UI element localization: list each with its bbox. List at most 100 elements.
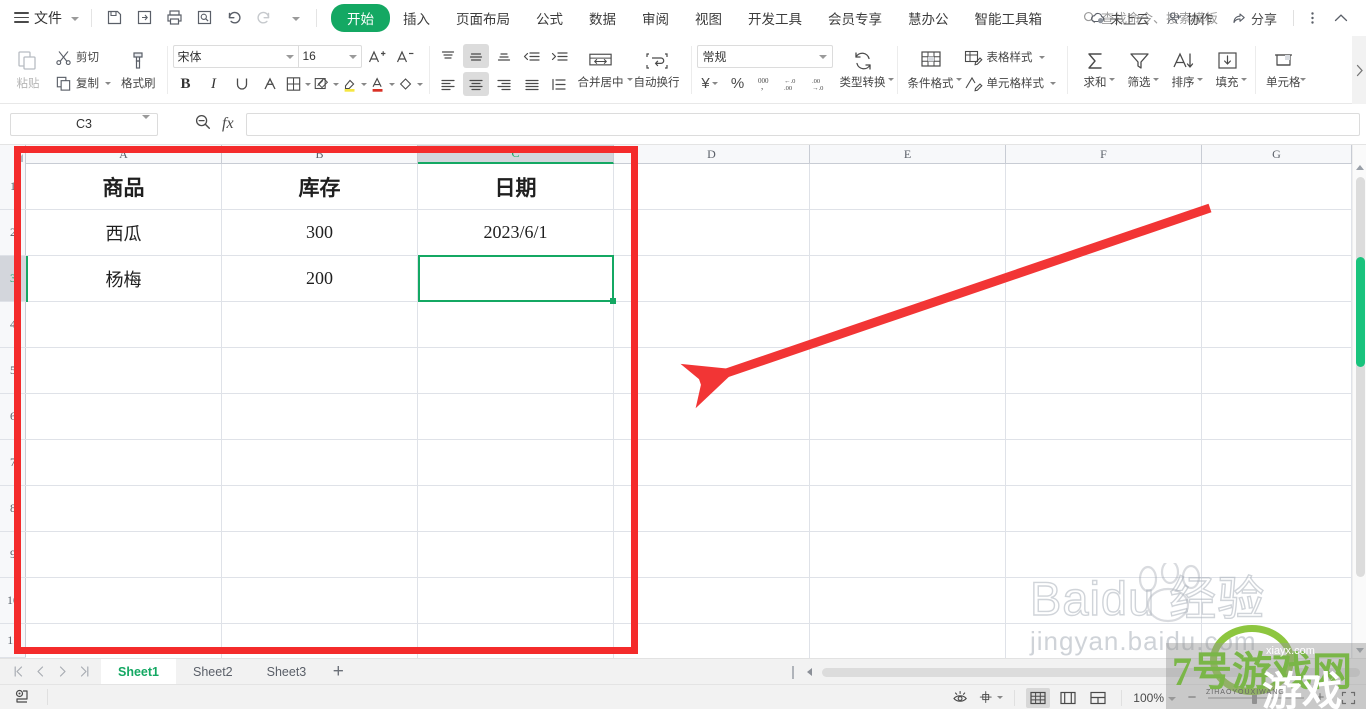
eye-protection-button[interactable] <box>949 688 973 708</box>
ribbon-scroll-right-button[interactable] <box>1352 36 1366 104</box>
cell-a2[interactable]: 西瓜 <box>26 210 221 255</box>
highlight-color-button[interactable] <box>341 72 367 96</box>
currency-format-button[interactable]: ¥ <box>697 72 723 96</box>
sheet-tab-sheet1[interactable]: Sheet1 <box>101 658 176 685</box>
scroll-down-button[interactable] <box>1353 642 1366 658</box>
sheet-last-button[interactable] <box>74 662 95 682</box>
increase-font-size-button[interactable] <box>364 44 390 68</box>
tab-formula[interactable]: 公式 <box>523 5 576 31</box>
save-icon[interactable] <box>100 5 128 31</box>
page-layout-view-button[interactable] <box>1056 688 1080 708</box>
increase-indent-button[interactable] <box>547 44 573 68</box>
sheet-tab-sheet2[interactable]: Sheet2 <box>176 659 250 685</box>
scroll-left-button[interactable] <box>802 665 816 679</box>
cell-c3[interactable] <box>418 256 613 301</box>
save-as-icon[interactable] <box>130 5 158 31</box>
add-sheet-button[interactable]: + <box>323 661 353 683</box>
fullscreen-button[interactable] <box>1336 688 1360 708</box>
tab-smart-office[interactable]: 慧办公 <box>895 5 962 31</box>
zoom-slider[interactable] <box>1208 688 1304 708</box>
column-header-a[interactable]: A <box>26 145 222 164</box>
scroll-up-button[interactable] <box>1353 159 1366 175</box>
share-button[interactable]: 分享 <box>1224 6 1284 31</box>
zoom-formula-button[interactable] <box>194 113 212 136</box>
font-color-button[interactable] <box>369 72 395 96</box>
table-style-button[interactable]: 表格样式 <box>959 45 1062 69</box>
focus-mode-button[interactable] <box>979 688 1004 708</box>
row-header-11[interactable]: 11 <box>0 624 26 658</box>
fill-button[interactable]: 填充 <box>1205 41 1249 99</box>
page-break-view-button[interactable] <box>1086 688 1110 708</box>
paste-button[interactable]: 粘贴 <box>6 41 50 99</box>
print-icon[interactable] <box>160 5 188 31</box>
vertical-scrollbar[interactable] <box>1352 145 1366 658</box>
tab-page-layout[interactable]: 页面布局 <box>443 5 523 31</box>
wrap-text-button[interactable]: 自动换行 <box>629 41 685 99</box>
redo-icon[interactable] <box>250 5 278 31</box>
cells-button[interactable]: 单元格 <box>1261 41 1307 99</box>
align-left-button[interactable] <box>435 72 461 96</box>
number-format-select[interactable]: 常规 <box>696 44 833 68</box>
column-header-d[interactable]: D <box>614 145 810 164</box>
strikethrough-button[interactable] <box>257 72 283 96</box>
tab-developer-tools[interactable]: 开发工具 <box>735 5 815 31</box>
decrease-decimal-button[interactable]: .00 →.0 <box>809 72 835 96</box>
sheet-tab-sheet3[interactable]: Sheet3 <box>250 659 324 685</box>
font-name-select[interactable]: 宋体 <box>174 48 298 65</box>
merge-center-button[interactable]: 合并居中 <box>573 41 633 99</box>
row-header-10[interactable]: 10 <box>0 578 26 624</box>
zoom-level-button[interactable]: 100% <box>1133 691 1176 705</box>
collaborate-button[interactable]: 协作 <box>1160 6 1220 31</box>
file-menu-button[interactable]: 文件 <box>0 8 83 28</box>
borders-button[interactable] <box>285 72 311 96</box>
row-header-6[interactable]: 6 <box>0 394 26 440</box>
row-header-5[interactable]: 5 <box>0 348 26 394</box>
column-header-e[interactable]: E <box>810 145 1006 164</box>
qat-more-icon[interactable] <box>280 5 308 31</box>
cell-a3[interactable]: 杨梅 <box>26 256 221 301</box>
tab-smart-toolbox[interactable]: 智能工具箱 <box>962 5 1056 31</box>
sheet-first-button[interactable] <box>8 662 29 682</box>
sheet-next-button[interactable] <box>52 662 73 682</box>
conditional-format-button[interactable]: 条件格式 <box>903 41 962 99</box>
cut-button[interactable]: 剪切 <box>50 45 116 69</box>
column-header-c[interactable]: C <box>418 145 614 164</box>
align-bottom-button[interactable] <box>491 44 517 68</box>
text-effects-button[interactable] <box>313 72 339 96</box>
formula-input[interactable] <box>245 112 1360 136</box>
type-convert-button[interactable]: 类型转换 <box>835 41 894 99</box>
cell-c2[interactable]: 2023/6/1 <box>418 210 613 255</box>
row-header-8[interactable]: 8 <box>0 486 26 532</box>
increase-decimal-button[interactable]: ←.0.00 <box>781 72 807 96</box>
sheet-prev-button[interactable] <box>30 662 51 682</box>
zoom-slider-knob[interactable] <box>1252 691 1257 704</box>
zoom-out-button[interactable]: − <box>1182 688 1202 708</box>
name-box[interactable]: C3 <box>10 112 158 136</box>
copy-button[interactable]: 复制 <box>50 71 116 95</box>
text-direction-button[interactable] <box>547 72 573 96</box>
row-header-4[interactable]: 4 <box>0 302 26 348</box>
align-middle-button[interactable] <box>462 44 489 68</box>
row-header-9[interactable]: 9 <box>0 532 26 578</box>
row-header-2[interactable]: 2 <box>0 210 26 256</box>
vertical-split-handle[interactable] <box>792 665 794 679</box>
cell-b2[interactable]: 300 <box>222 210 417 255</box>
cell-c1[interactable]: 日期 <box>418 164 613 209</box>
tab-view[interactable]: 视图 <box>682 5 735 31</box>
column-header-b[interactable]: B <box>222 145 418 164</box>
print-preview-icon[interactable] <box>190 5 218 31</box>
format-painter-button[interactable]: 格式刷 <box>116 41 161 99</box>
cells-area[interactable]: 商品 库存 日期 西瓜 300 2023/6/1 杨梅 200 <box>26 164 1366 658</box>
collapse-ribbon-button[interactable] <box>1326 9 1356 27</box>
row-header-7[interactable]: 7 <box>0 440 26 486</box>
normal-view-button[interactable] <box>1026 687 1051 708</box>
align-center-button[interactable] <box>462 72 489 96</box>
decrease-font-size-button[interactable] <box>392 44 418 68</box>
tab-data[interactable]: 数据 <box>576 5 629 31</box>
underline-button[interactable] <box>229 72 255 96</box>
undo-icon[interactable] <box>220 5 248 31</box>
font-size-select[interactable]: 16 <box>299 49 361 63</box>
tab-member-exclusive[interactable]: 会员专享 <box>815 5 895 31</box>
more-options-button[interactable] <box>1303 7 1322 29</box>
cell-style-button[interactable]: 单元格样式 <box>959 71 1062 95</box>
